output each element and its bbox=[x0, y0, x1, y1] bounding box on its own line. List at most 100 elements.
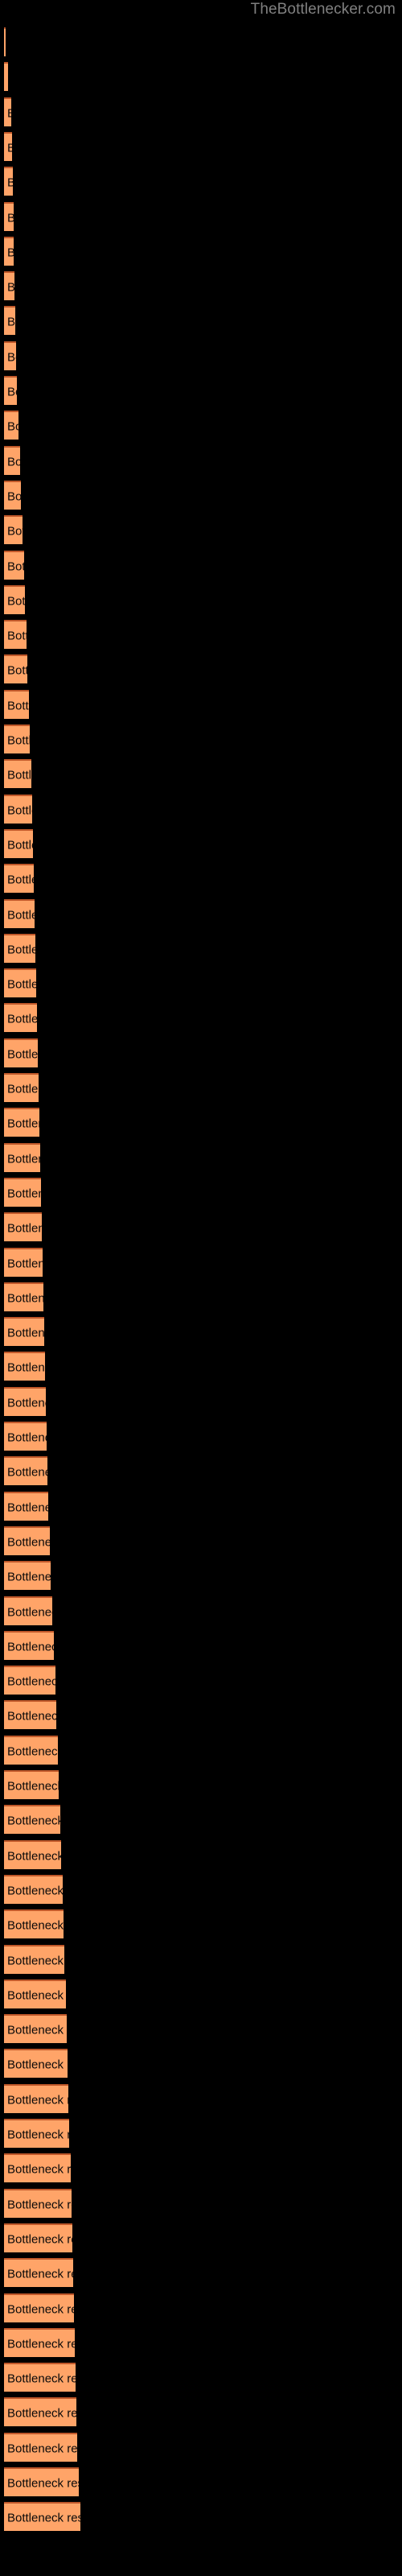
bar-label: Bottleneck result bbox=[7, 1047, 38, 1062]
bar-label: Bottleneck result bbox=[7, 1954, 64, 1967]
bar[interactable]: Bottleneck result bbox=[4, 2467, 79, 2496]
bar[interactable]: Bottleneck result bbox=[4, 411, 18, 440]
bar[interactable]: Bottleneck result bbox=[4, 236, 14, 266]
bar-label: Bottleneck result bbox=[7, 1221, 42, 1236]
bar[interactable]: Bottleneck result bbox=[4, 271, 14, 301]
bar[interactable]: Bottleneck result bbox=[4, 2432, 77, 2462]
bar[interactable]: Bottleneck result bbox=[4, 620, 27, 650]
bar-label: Bottleneck result bbox=[7, 2302, 74, 2316]
bar[interactable]: Bottleneck result bbox=[4, 1212, 42, 1242]
bar[interactable]: Bottleneck result bbox=[4, 1979, 66, 2008]
bar-label: Bottleneck result bbox=[7, 72, 8, 85]
bar[interactable]: Bottleneck result bbox=[4, 1491, 48, 1521]
bar[interactable]: Bottleneck result bbox=[4, 1422, 47, 1451]
bar-row: Bottleneck result bbox=[0, 1839, 402, 1869]
bar[interactable]: Bottleneck result bbox=[4, 759, 31, 789]
bar-label: Bottleneck result bbox=[7, 1396, 46, 1410]
bar[interactable]: Bottleneck result bbox=[4, 1735, 58, 1765]
bar[interactable]: Bottleneck result bbox=[4, 1282, 43, 1311]
bar[interactable]: Bottleneck result bbox=[4, 1142, 40, 1172]
bar[interactable]: Bottleneck result bbox=[4, 1944, 64, 1974]
bar[interactable]: Bottleneck result bbox=[4, 2083, 68, 2113]
bar[interactable]: Bottleneck result bbox=[4, 2258, 73, 2288]
bar-row: Bottleneck result bbox=[0, 864, 402, 894]
bar[interactable]: Bottleneck result bbox=[4, 2327, 75, 2357]
bar[interactable]: Bottleneck result bbox=[4, 341, 16, 370]
bar[interactable]: Bottleneck result bbox=[4, 167, 13, 196]
bar[interactable]: Bottleneck result bbox=[4, 2014, 67, 2044]
bar[interactable]: Bottleneck result bbox=[4, 2363, 76, 2392]
bar-row: Bottleneck result bbox=[0, 933, 402, 963]
bar[interactable]: Bottleneck result bbox=[4, 131, 12, 161]
bar[interactable]: Bottleneck result bbox=[4, 1630, 54, 1660]
bar-label: Bottleneck result bbox=[7, 803, 32, 818]
bar[interactable]: Bottleneck result bbox=[4, 27, 6, 56]
bar[interactable]: Bottleneck result bbox=[4, 864, 34, 894]
bar-label: Bottleneck result bbox=[7, 908, 35, 922]
bar[interactable]: Bottleneck result bbox=[4, 654, 27, 684]
bar[interactable]: Bottleneck result bbox=[4, 828, 33, 858]
bar-label: Bottleneck result bbox=[7, 524, 23, 539]
bar[interactable]: Bottleneck result bbox=[4, 1073, 39, 1102]
bar[interactable]: Bottleneck result bbox=[4, 1770, 59, 1799]
bar-row: Bottleneck result bbox=[0, 1596, 402, 1625]
bar[interactable]: Bottleneck result bbox=[4, 1247, 43, 1277]
bar[interactable]: Bottleneck result bbox=[4, 1700, 56, 1730]
bar[interactable]: Bottleneck result bbox=[4, 306, 15, 336]
bar[interactable]: Bottleneck result bbox=[4, 724, 30, 753]
bar-row: Bottleneck result bbox=[0, 1108, 402, 1137]
bar[interactable]: Bottleneck result bbox=[4, 1038, 38, 1067]
bar[interactable]: Bottleneck result bbox=[4, 97, 11, 126]
bar[interactable]: Bottleneck result bbox=[4, 1596, 52, 1625]
bar-row: Bottleneck result bbox=[0, 2014, 402, 2044]
bar[interactable]: Bottleneck result bbox=[4, 1839, 61, 1869]
bar[interactable]: Bottleneck result bbox=[4, 1177, 41, 1207]
bar[interactable]: Bottleneck result bbox=[4, 1874, 63, 1904]
bar[interactable]: Bottleneck result bbox=[4, 933, 35, 963]
bar[interactable]: Bottleneck result bbox=[4, 898, 35, 928]
bar[interactable]: Bottleneck result bbox=[4, 480, 21, 510]
bar-row: Bottleneck result bbox=[0, 27, 402, 56]
bar[interactable]: Bottleneck result bbox=[4, 2397, 76, 2427]
bar-row: Bottleneck result bbox=[0, 689, 402, 719]
bar-label: Bottleneck result bbox=[7, 1884, 63, 1898]
bar[interactable]: Bottleneck result bbox=[4, 689, 29, 719]
bar[interactable]: Bottleneck result bbox=[4, 1666, 55, 1695]
bar[interactable]: Bottleneck result bbox=[4, 2119, 69, 2148]
bar[interactable]: Bottleneck result bbox=[4, 584, 25, 614]
bar[interactable]: Bottleneck result bbox=[4, 2049, 68, 2079]
bar[interactable]: Bottleneck result bbox=[4, 1108, 39, 1137]
bar-label: Bottleneck result bbox=[7, 281, 14, 295]
bar-row: Bottleneck result bbox=[0, 167, 402, 196]
bar[interactable]: Bottleneck result bbox=[4, 1352, 45, 1381]
bar[interactable]: Bottleneck result bbox=[4, 968, 36, 998]
bar[interactable]: Bottleneck result bbox=[4, 1456, 47, 1486]
bar[interactable]: Bottleneck result bbox=[4, 1805, 60, 1835]
bar[interactable]: Bottleneck result bbox=[4, 445, 20, 475]
bar-label: Bottleneck result bbox=[7, 838, 33, 852]
bar[interactable]: Bottleneck result bbox=[4, 2502, 80, 2532]
bar[interactable]: Bottleneck result bbox=[4, 1909, 64, 1939]
bar-row: Bottleneck result bbox=[0, 2327, 402, 2357]
bar[interactable]: Bottleneck result bbox=[4, 2293, 74, 2322]
bar[interactable]: Bottleneck result bbox=[4, 1525, 50, 1555]
bar[interactable]: Bottleneck result bbox=[4, 550, 24, 580]
bar[interactable]: Bottleneck result bbox=[4, 1561, 51, 1591]
bar[interactable]: Bottleneck result bbox=[4, 515, 23, 545]
bar-label: Bottleneck result bbox=[7, 1082, 39, 1096]
bar[interactable]: Bottleneck result bbox=[4, 2188, 72, 2218]
bar-row: Bottleneck result bbox=[0, 654, 402, 684]
bar-label: Bottleneck result bbox=[7, 455, 20, 469]
bar-row: Bottleneck result bbox=[0, 1944, 402, 1974]
bar[interactable]: Bottleneck result bbox=[4, 62, 8, 92]
bar[interactable]: Bottleneck result bbox=[4, 376, 17, 405]
bar-label: Bottleneck result bbox=[7, 1674, 55, 1689]
bar-label: Bottleneck result bbox=[7, 2128, 69, 2142]
bar[interactable]: Bottleneck result bbox=[4, 201, 14, 231]
bar[interactable]: Bottleneck result bbox=[4, 1386, 46, 1416]
bar[interactable]: Bottleneck result bbox=[4, 794, 32, 824]
bar[interactable]: Bottleneck result bbox=[4, 1003, 37, 1033]
bar[interactable]: Bottleneck result bbox=[4, 2153, 71, 2183]
bar[interactable]: Bottleneck result bbox=[4, 2223, 72, 2252]
bar[interactable]: Bottleneck result bbox=[4, 1317, 44, 1347]
